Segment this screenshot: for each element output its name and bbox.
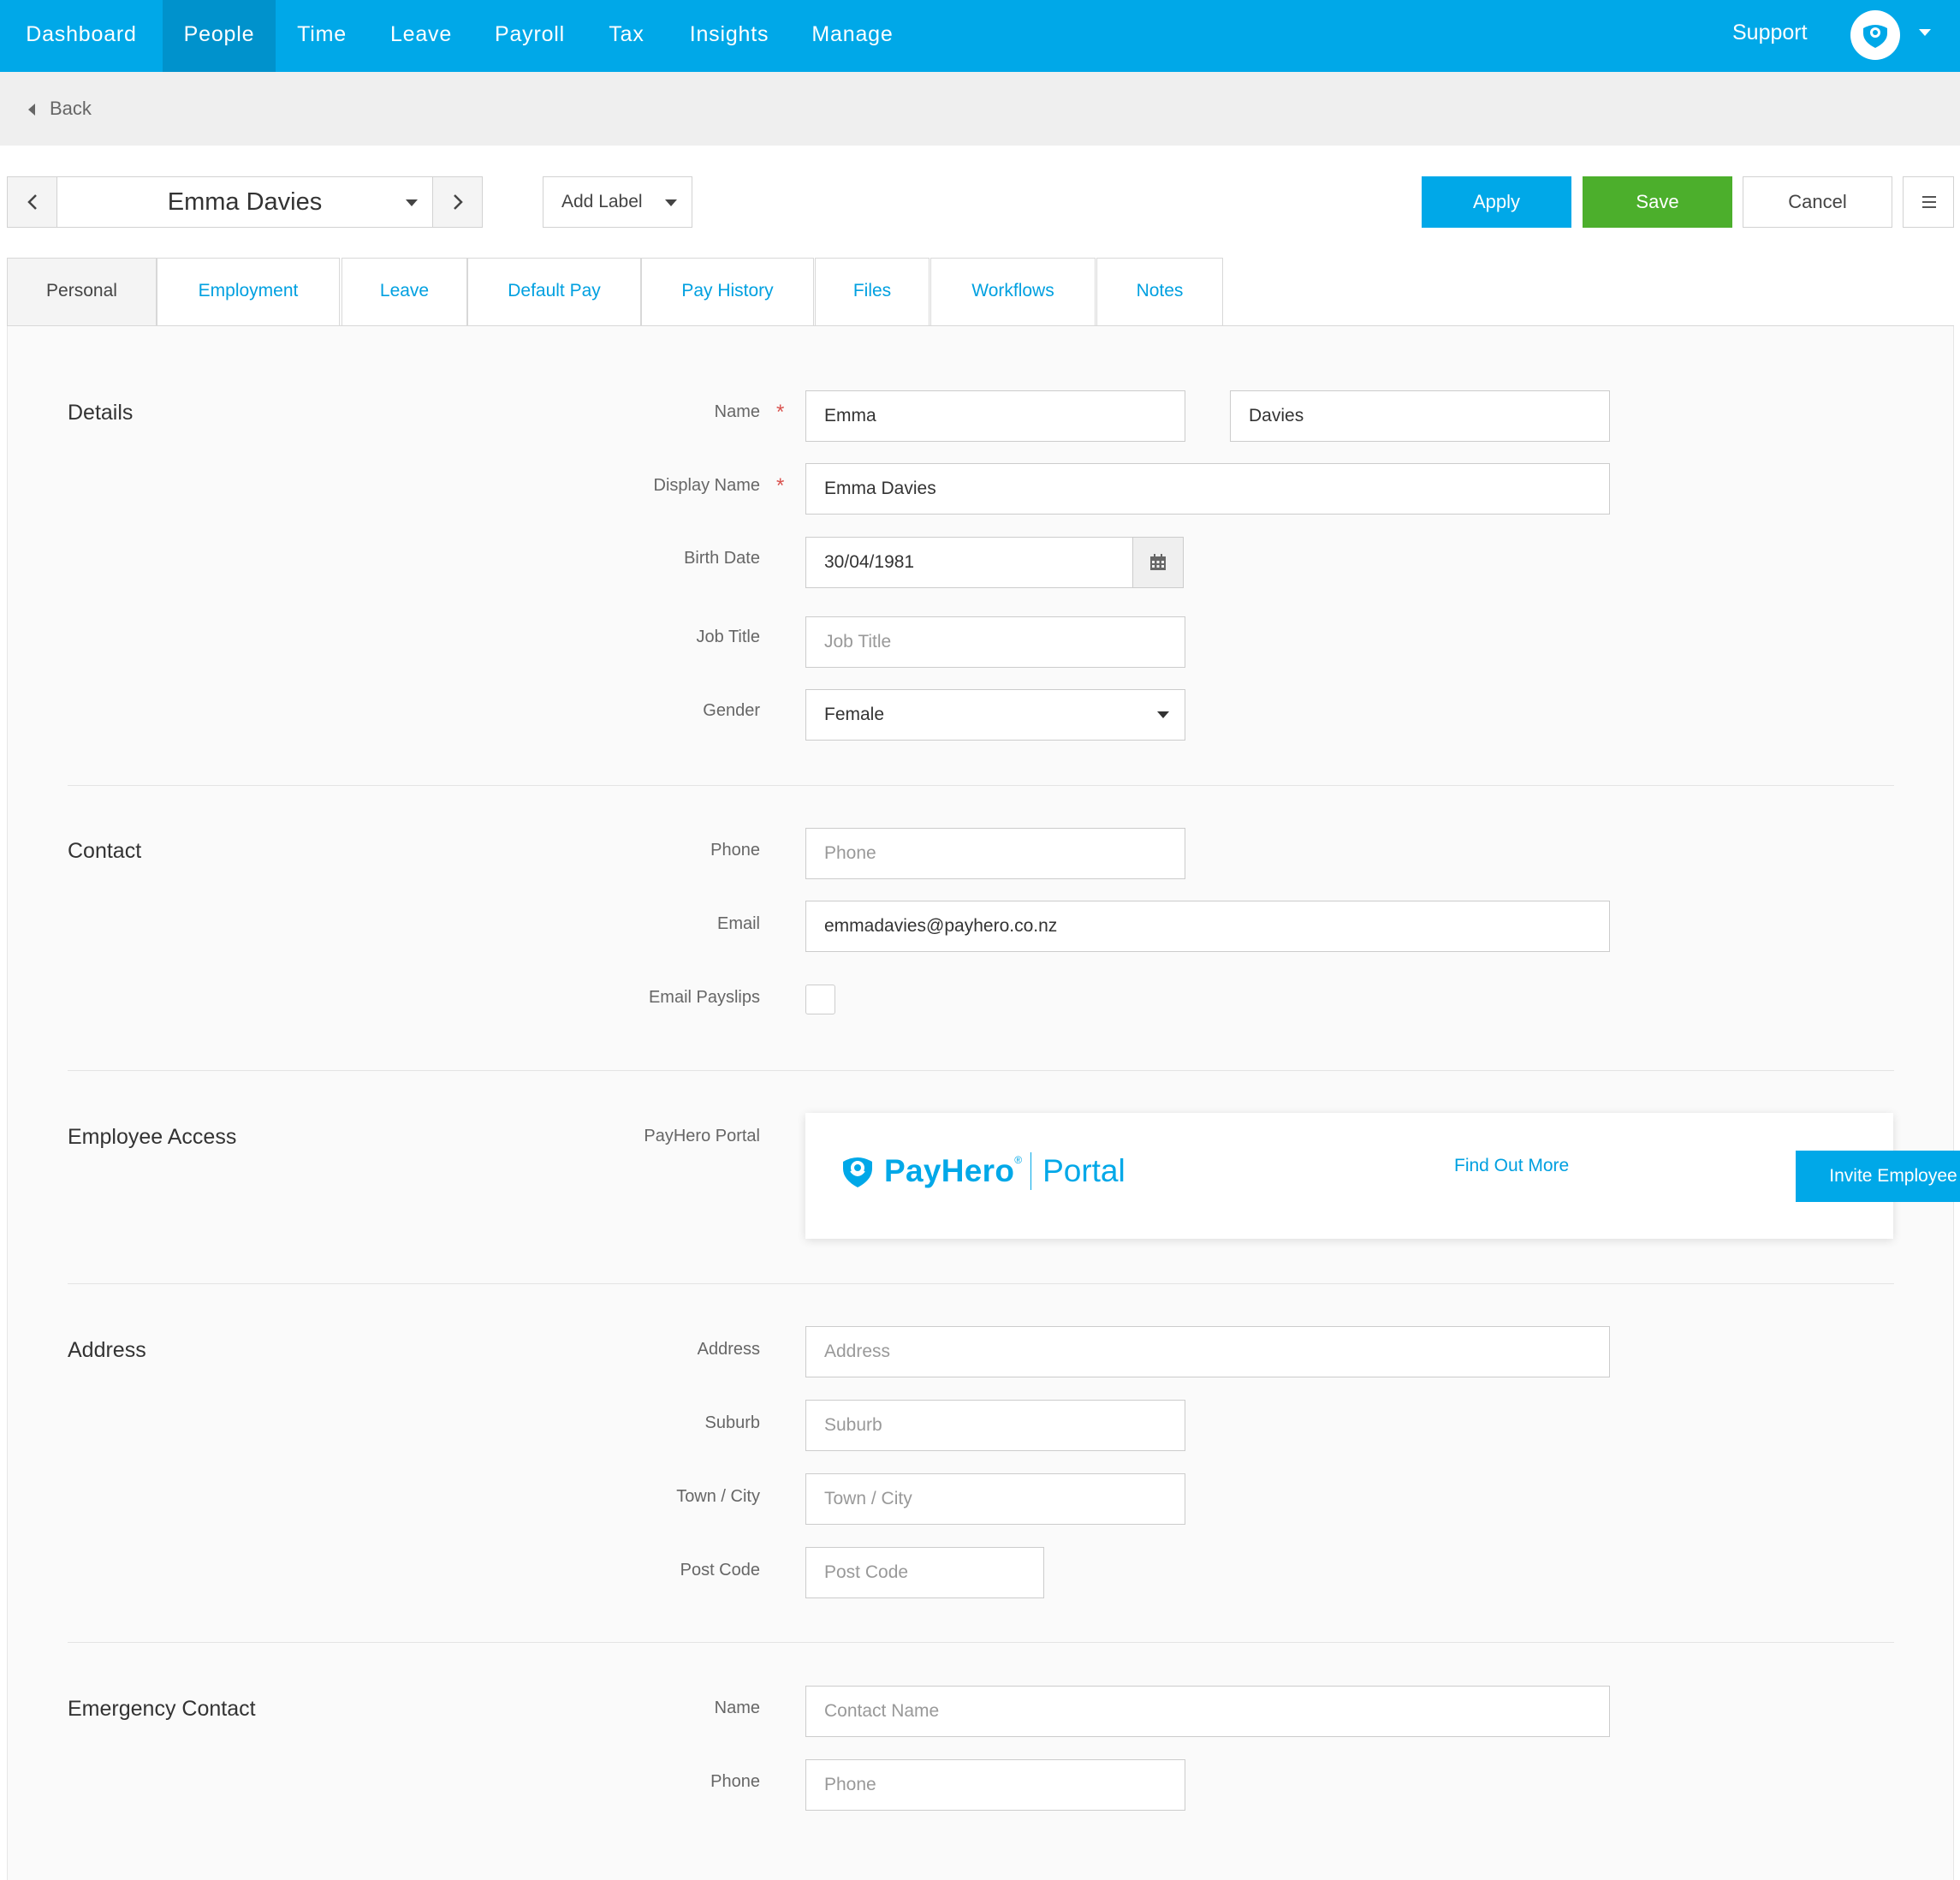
nav-manage[interactable]: Manage [791, 0, 914, 72]
more-menu-button[interactable] [1903, 176, 1954, 228]
calendar-button[interactable] [1132, 537, 1184, 588]
logo-separator [1030, 1152, 1032, 1190]
section-divider [68, 1642, 1894, 1643]
email-label: Email [716, 914, 760, 933]
last-name-field[interactable]: Davies [1230, 390, 1610, 442]
details-section-title: Details [68, 401, 134, 425]
suburb-label: Suburb [704, 1413, 761, 1432]
previous-employee-button[interactable] [8, 177, 57, 227]
email-payslips-label: Email Payslips [648, 988, 760, 1007]
add-label-text: Add Label [561, 192, 643, 211]
post-code-label: Post Code [680, 1561, 760, 1580]
emergency-phone-label: Phone [710, 1772, 760, 1791]
contact-section-title: Contact [68, 839, 142, 863]
tab-notes[interactable]: Notes [1096, 258, 1223, 326]
nav-insights[interactable]: Insights [668, 0, 791, 72]
emergency-phone-field[interactable]: Phone [805, 1759, 1185, 1811]
apply-button[interactable]: Apply [1422, 176, 1571, 228]
address-field[interactable]: Address [805, 1326, 1610, 1377]
chevron-down-icon [1157, 711, 1169, 718]
hamburger-icon-line [1922, 201, 1936, 203]
save-button[interactable]: Save [1583, 176, 1732, 228]
tab-files[interactable]: Files [815, 258, 930, 326]
suburb-field[interactable]: Suburb [805, 1400, 1185, 1451]
display-name-field[interactable]: Emma Davies [805, 463, 1610, 515]
next-employee-button[interactable] [432, 177, 482, 227]
job-title-label: Job Title [696, 628, 760, 646]
hamburger-icon [1922, 196, 1936, 198]
phone-field[interactable]: Phone [805, 828, 1185, 879]
nav-tax[interactable]: Tax [585, 0, 668, 72]
name-label: Name [714, 402, 760, 421]
employee-access-section-title: Employee Access [68, 1125, 237, 1149]
section-divider [68, 1283, 1894, 1284]
account-chevron-down-icon[interactable] [1919, 29, 1931, 36]
user-avatar[interactable] [1850, 10, 1900, 60]
tab-leave[interactable]: Leave [342, 258, 467, 326]
top-navigation: Dashboard People Time Leave Payroll Tax … [0, 0, 1960, 72]
required-asterisk: * [776, 474, 785, 497]
nav-dashboard[interactable]: Dashboard [0, 0, 163, 72]
invite-employee-button[interactable]: Invite Employee [1796, 1151, 1960, 1202]
nav-time[interactable]: Time [276, 0, 368, 72]
payhero-portal-card: PayHero ® Portal Find Out More Invite Em… [805, 1113, 1960, 1239]
back-arrow-icon[interactable] [28, 104, 35, 116]
portal-product-text: Portal [1042, 1153, 1126, 1188]
chevron-right-icon [453, 194, 463, 210]
gender-select[interactable]: Female [805, 689, 1185, 741]
display-name-label: Display Name [653, 476, 760, 495]
chevron-down-icon [665, 199, 677, 206]
section-divider [68, 1070, 1894, 1071]
tab-workflows[interactable]: Workflows [930, 258, 1096, 326]
hamburger-icon-line [1922, 206, 1936, 208]
add-label-dropdown[interactable]: Add Label [543, 176, 692, 228]
town-city-label: Town / City [676, 1487, 760, 1506]
tab-pay-history[interactable]: Pay History [641, 258, 814, 326]
back-bar: Back [0, 72, 1960, 146]
first-name-field[interactable]: Emma [805, 390, 1185, 442]
cancel-button[interactable]: Cancel [1743, 176, 1892, 228]
phone-label: Phone [710, 841, 760, 860]
back-link[interactable]: Back [50, 72, 92, 146]
emergency-contact-name-field[interactable]: Contact Name [805, 1686, 1610, 1737]
address-section-title: Address [68, 1338, 146, 1362]
post-code-field[interactable]: Post Code [805, 1547, 1044, 1598]
email-field[interactable]: emmadavies@payhero.co.nz [805, 901, 1610, 952]
emergency-contact-section-title: Emergency Contact [68, 1697, 256, 1721]
payhero-heart-icon [843, 1157, 872, 1187]
employee-selector: Emma Davies [7, 176, 483, 228]
support-link[interactable]: Support [1732, 0, 1808, 65]
payhero-heart-icon [1863, 25, 1887, 48]
payhero-portal-logo: PayHero ® Portal [841, 1152, 1126, 1190]
tab-employment[interactable]: Employment [157, 258, 340, 326]
nav-leave[interactable]: Leave [368, 0, 474, 72]
find-out-more-link[interactable]: Find Out More [1454, 1156, 1569, 1176]
calendar-icon [1150, 554, 1166, 570]
job-title-field[interactable]: Job Title [805, 616, 1185, 668]
registered-mark: ® [1014, 1154, 1023, 1166]
birth-date-field[interactable]: 30/04/1981 [805, 537, 1133, 588]
tab-default-pay[interactable]: Default Pay [467, 258, 641, 326]
employee-name-dropdown[interactable]: Emma Davies [57, 177, 432, 227]
section-divider [68, 785, 1894, 786]
chevron-left-icon [27, 194, 37, 210]
required-asterisk: * [776, 401, 785, 424]
birth-date-label: Birth Date [684, 549, 760, 568]
emergency-name-label: Name [714, 1699, 760, 1717]
email-payslips-checkbox[interactable] [805, 985, 835, 1014]
nav-people[interactable]: People [163, 0, 276, 72]
chevron-down-icon [406, 199, 418, 206]
nav-payroll[interactable]: Payroll [474, 0, 585, 72]
gender-label: Gender [703, 701, 760, 720]
tab-personal[interactable]: Personal [7, 258, 157, 326]
payhero-brand-text: PayHero [884, 1153, 1015, 1188]
address-label: Address [697, 1340, 760, 1359]
payhero-portal-label: PayHero Portal [644, 1127, 760, 1145]
town-city-field[interactable]: Town / City [805, 1473, 1185, 1525]
